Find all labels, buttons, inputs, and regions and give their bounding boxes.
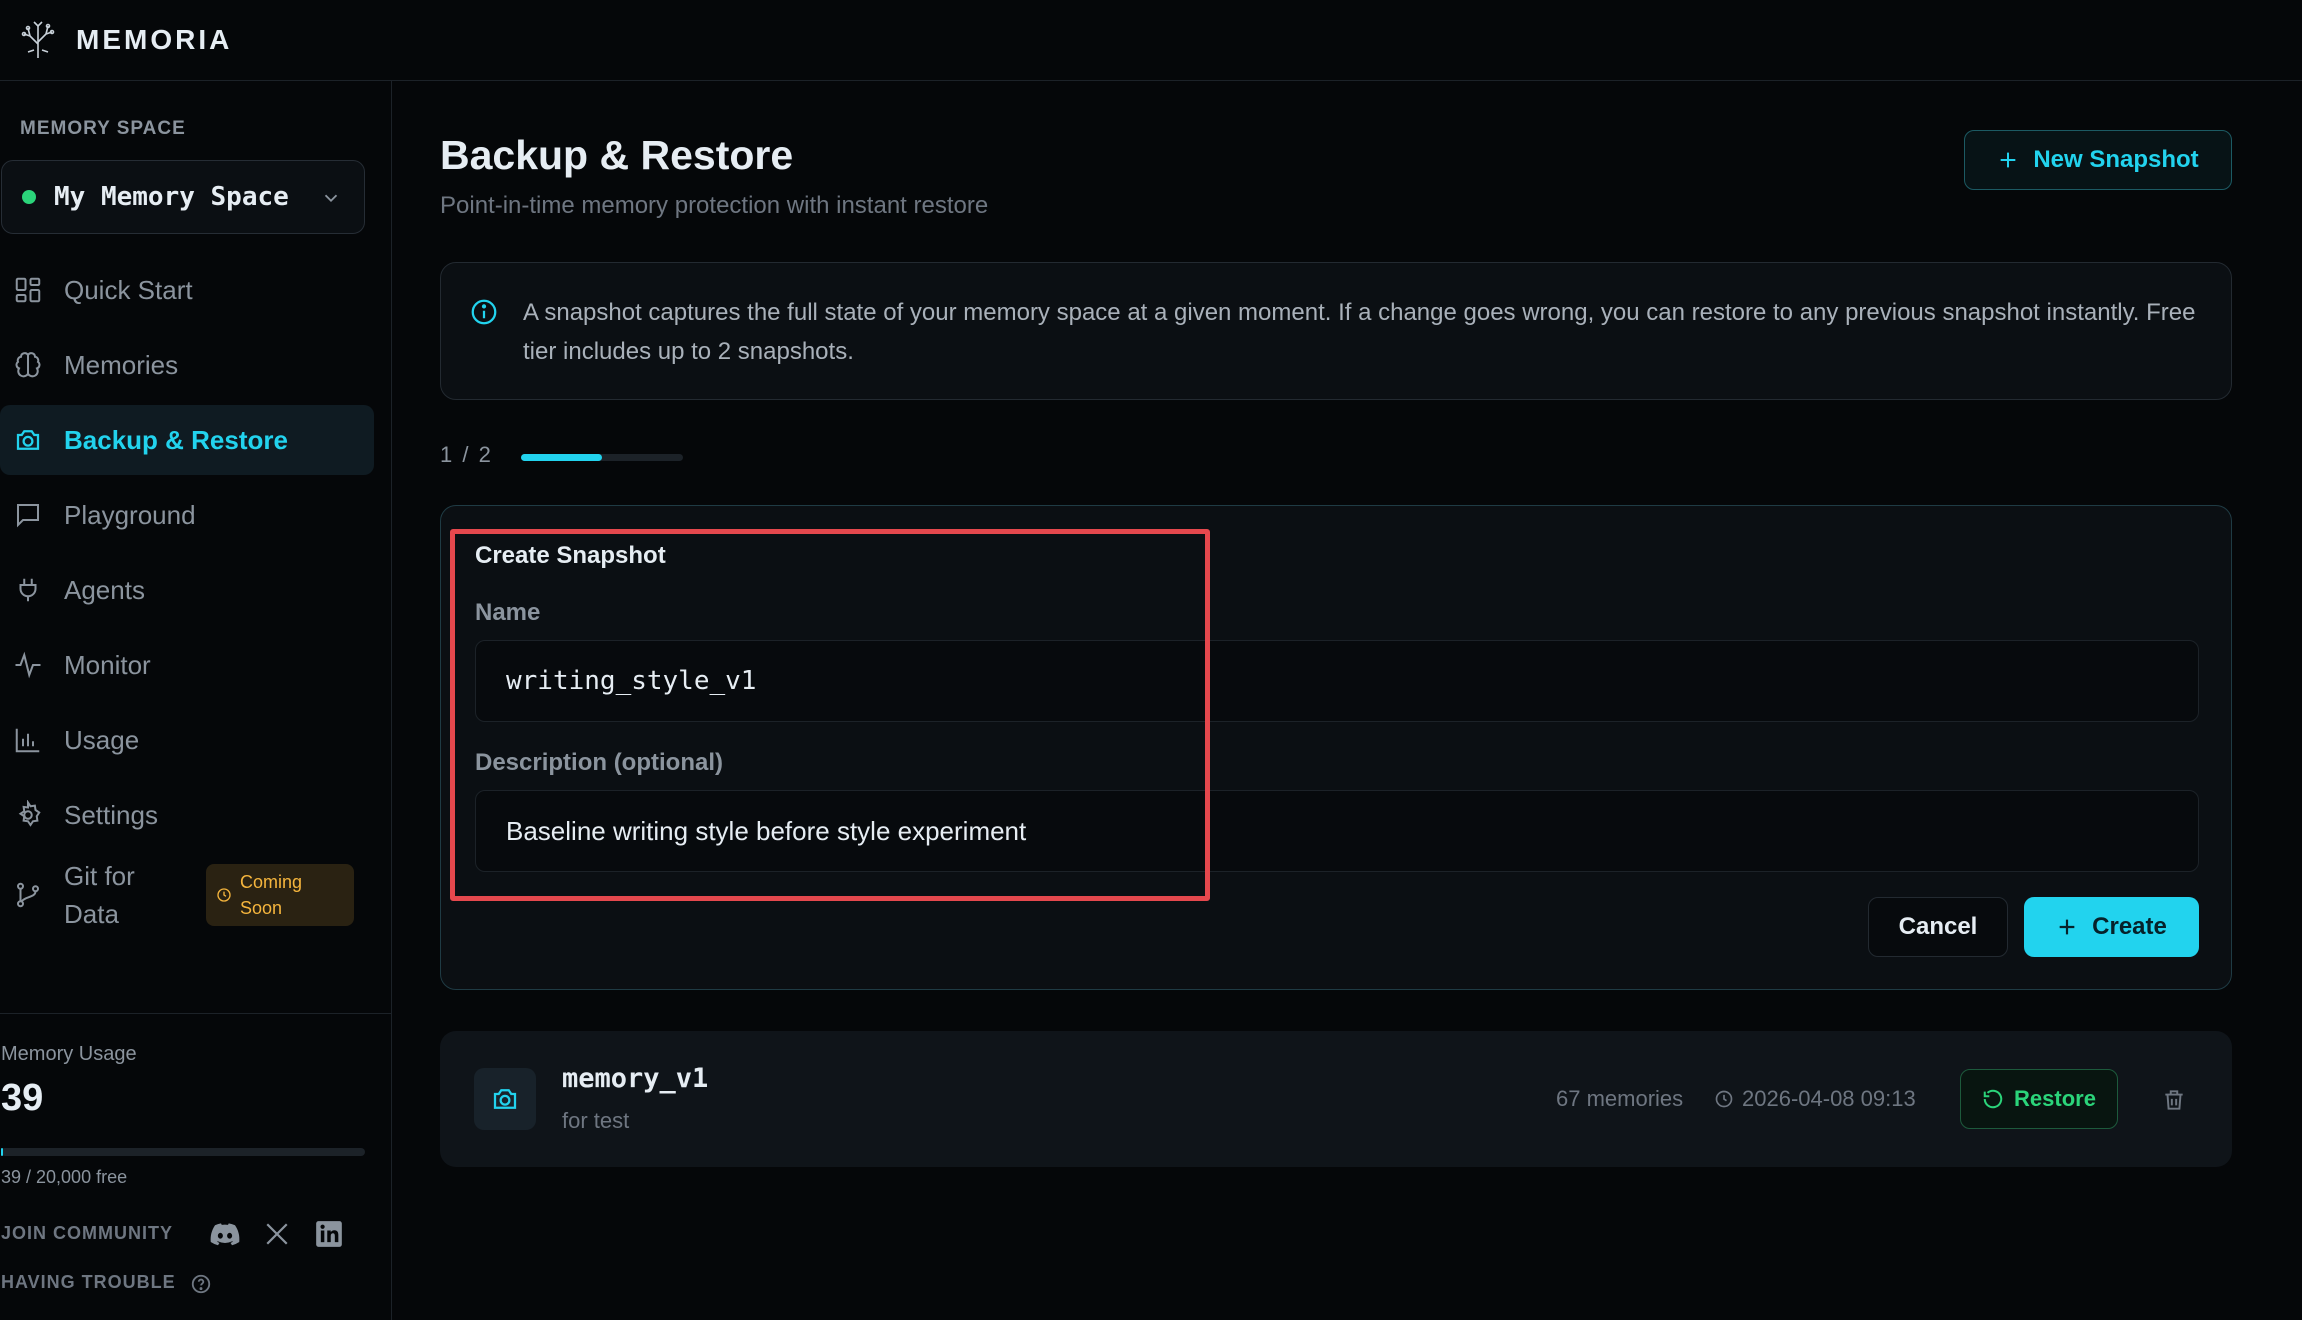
sidebar-item-label: Memories	[64, 349, 179, 380]
brain-icon	[12, 349, 44, 381]
create-snapshot-card: Create Snapshot Name writing_style_v1 De…	[440, 505, 2232, 990]
description-label: Description (optional)	[475, 749, 723, 776]
sidebar-item-settings[interactable]: Settings	[0, 780, 374, 850]
sidebar-item-label: Git for Data	[64, 861, 135, 929]
coming-soon-text: Coming Soon	[240, 872, 303, 918]
snapshot-description: for test	[562, 1108, 630, 1133]
discord-icon[interactable]	[208, 1217, 242, 1251]
clock-icon	[1715, 1090, 1733, 1108]
name-label: Name	[475, 599, 541, 626]
camera-icon	[474, 1068, 536, 1130]
sidebar-item-memories[interactable]: Memories	[0, 330, 374, 400]
memory-usage-value: 39	[1, 1077, 44, 1119]
sidebar-item-label: Playground	[64, 499, 196, 530]
info-icon	[469, 297, 499, 332]
sidebar-item-label: Backup & Restore	[64, 424, 288, 455]
plus-icon	[2059, 919, 2075, 935]
clock-icon	[217, 888, 231, 902]
info-banner: A snapshot captures the full state of yo…	[440, 262, 2232, 400]
sidebar-item-playground[interactable]: Playground	[0, 480, 374, 550]
sidebar-item-quick-start[interactable]: Quick Start	[0, 255, 374, 325]
restore-label: Restore	[2014, 1086, 2096, 1111]
sidebar-divider	[0, 1013, 391, 1014]
help-icon[interactable]	[190, 1273, 212, 1300]
memory-usage-label: Memory Usage	[1, 1043, 137, 1065]
snapshot-list-item: memory_v1 for test 67 memories 2026-04-0…	[440, 1031, 2232, 1167]
snapshot-timestamp-text: 2026-04-08 09:13	[1742, 1086, 1916, 1111]
create-label: Create	[2092, 913, 2167, 940]
sidebar-nav: Quick Start Memories Backup & Restore Pl…	[0, 255, 374, 940]
snapshot-name: memory_v1	[562, 1063, 709, 1094]
sidebar-item-label: Monitor	[64, 649, 151, 680]
status-dot	[22, 190, 36, 204]
plug-icon	[12, 574, 44, 606]
sidebar-item-label: Settings	[64, 799, 158, 830]
memory-space-label: MEMORY SPACE	[20, 118, 186, 139]
snapshot-quota-fill	[521, 454, 602, 461]
join-community-label: JOIN COMMUNITY	[1, 1223, 174, 1243]
snapshot-count: 1 / 2	[440, 442, 493, 467]
memory-space-select[interactable]: My Memory Space	[1, 160, 365, 234]
snapshot-memory-count: 67 memories	[1556, 1086, 1684, 1111]
new-snapshot-button[interactable]: New Snapshot	[1964, 130, 2232, 190]
sidebar-item-label: Quick Start	[64, 274, 193, 305]
sidebar-item-label: Agents	[64, 574, 145, 605]
memory-usage-fill	[1, 1148, 4, 1156]
sidebar-item-agents[interactable]: Agents	[0, 555, 374, 625]
memory-space-name: My Memory Space	[54, 182, 289, 212]
chat-icon	[12, 499, 44, 531]
page-title: Backup & Restore	[440, 132, 794, 178]
sidebar-item-backup-restore[interactable]: Backup & Restore	[0, 405, 374, 475]
memory-usage-detail: 39 / 20,000 free	[1, 1167, 128, 1187]
coming-soon-badge: Coming Soon	[206, 864, 354, 926]
having-trouble-label: HAVING TROUBLE	[1, 1272, 176, 1292]
gear-icon	[12, 799, 44, 831]
rotate-ccw-icon	[1983, 1089, 2003, 1109]
chevron-down-icon	[320, 187, 342, 214]
linkedin-icon[interactable]	[312, 1217, 346, 1251]
info-text: A snapshot captures the full state of yo…	[523, 299, 2196, 365]
page-subtitle: Point-in-time memory protection with ins…	[440, 192, 989, 219]
memory-usage-bar	[1, 1148, 365, 1156]
camera-icon	[12, 424, 44, 456]
cancel-button[interactable]: Cancel	[1868, 897, 2008, 957]
create-snapshot-title: Create Snapshot	[475, 542, 666, 569]
plus-icon	[2000, 152, 2016, 168]
sidebar-item-usage[interactable]: Usage	[0, 705, 374, 775]
create-button[interactable]: Create	[2024, 897, 2199, 957]
new-snapshot-label: New Snapshot	[2033, 146, 2199, 173]
tree-logo-icon	[16, 18, 60, 62]
x-icon[interactable]	[260, 1217, 294, 1251]
sidebar-item-label: Usage	[64, 724, 140, 755]
restore-button[interactable]: Restore	[1960, 1069, 2118, 1129]
app-name: MEMORIA	[76, 24, 233, 55]
top-bar: MEMORIA	[0, 0, 2302, 81]
git-branch-icon	[12, 879, 44, 911]
trash-icon[interactable]	[2157, 1083, 2191, 1117]
snapshot-description-input[interactable]: Baseline writing style before style expe…	[475, 790, 2199, 872]
snapshot-timestamp: 2026-04-08 09:13	[1714, 1086, 1916, 1112]
grid-icon	[12, 274, 44, 306]
sidebar-item-git-for-data[interactable]: Git for Data Coming Soon	[0, 855, 374, 935]
sidebar: MEMORY SPACE My Memory Space Quick Start…	[0, 81, 392, 1320]
sidebar-item-monitor[interactable]: Monitor	[0, 630, 374, 700]
snapshot-quota-bar	[521, 454, 683, 461]
activity-icon	[12, 649, 44, 681]
bar-chart-icon	[12, 724, 44, 756]
snapshot-name-input[interactable]: writing_style_v1	[475, 640, 2199, 722]
